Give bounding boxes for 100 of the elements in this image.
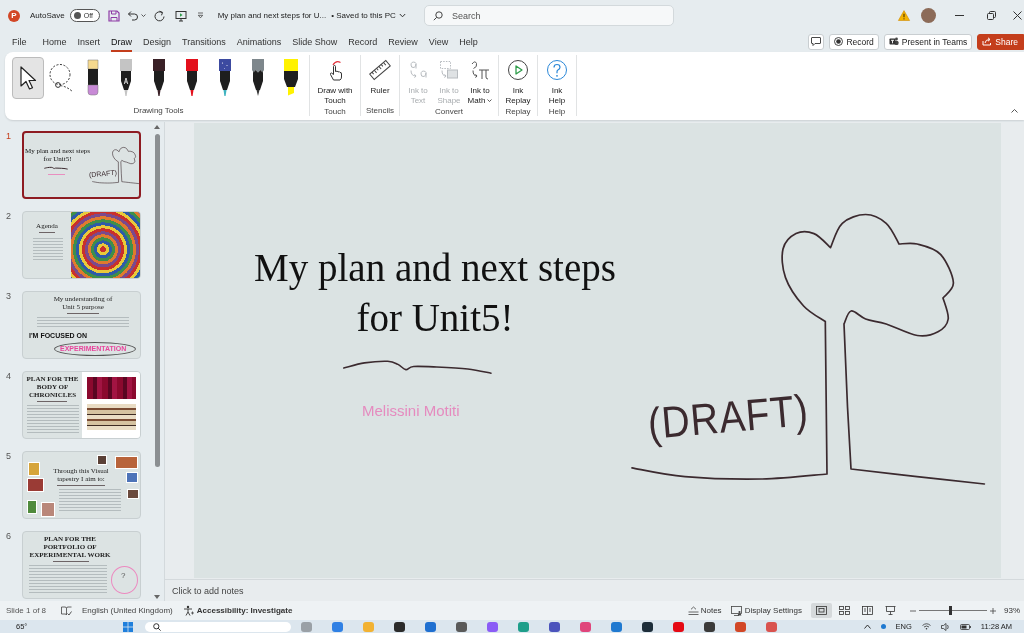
group-label: Drawing Tools xyxy=(133,105,184,116)
customize-caret-icon[interactable] xyxy=(196,12,204,19)
group-label: Replay xyxy=(505,106,531,117)
group-label: Touch xyxy=(324,106,346,117)
collapse-caret-icon[interactable] xyxy=(1011,109,1018,113)
zoom-slider-thumb[interactable] xyxy=(948,606,952,615)
presentation-icon[interactable] xyxy=(174,9,187,22)
help-icon xyxy=(546,59,568,81)
cursor-icon xyxy=(18,65,38,91)
title-underline xyxy=(39,232,55,233)
ribbon-tab[interactable]: View xyxy=(428,31,449,52)
app-icon[interactable] xyxy=(456,621,468,632)
ribbon-tab[interactable]: File xyxy=(12,31,27,52)
ribbon-tab[interactable]: Slide Show xyxy=(292,31,338,52)
tapestry-picture xyxy=(87,404,136,430)
caret-icon[interactable] xyxy=(140,14,146,17)
slide-number: 6 xyxy=(5,531,12,542)
speaker-icon[interactable] xyxy=(940,622,950,631)
app-icon[interactable] xyxy=(704,621,716,632)
draw-with-touch-button[interactable]: Draw with Touch xyxy=(313,55,357,106)
chevron-up-icon[interactable] xyxy=(863,624,871,629)
display-settings-button[interactable]: Display Settings xyxy=(730,605,802,616)
ink-help-button[interactable]: Ink Help xyxy=(544,55,570,106)
play-icon xyxy=(507,59,529,81)
author-name: Melissini Motiti xyxy=(362,402,460,420)
monitor-icon xyxy=(730,605,743,616)
slide-number: 1 xyxy=(5,131,12,142)
title-underline xyxy=(37,401,67,402)
scrollbar-thumb[interactable] xyxy=(154,134,160,467)
comments-button[interactable] xyxy=(808,33,825,50)
taskbar-search-field[interactable] xyxy=(145,621,292,632)
ink-replay-button[interactable]: Ink Replay xyxy=(502,55,534,106)
ink-to-math-button[interactable]: Ink to Math xyxy=(465,55,495,106)
ink-text: (DRAFT) xyxy=(645,385,811,449)
ink-underline xyxy=(44,167,68,170)
title-underline xyxy=(53,561,89,562)
language-label[interactable]: English (United Kingdom) xyxy=(82,606,173,615)
ribbon-tab[interactable]: Insert xyxy=(77,31,101,52)
lasso-icon xyxy=(47,63,74,93)
ribbon-tab[interactable]: Review xyxy=(388,31,418,52)
ribbon-tab[interactable]: Transitions xyxy=(182,31,226,52)
app-logo: P xyxy=(8,9,20,22)
notes-button[interactable]: Notes xyxy=(687,606,722,615)
accessibility-icon[interactable] xyxy=(182,605,194,616)
document-title: My plan and next steps for U... xyxy=(217,11,327,20)
blurred-text-line xyxy=(48,174,65,176)
save-status: • Saved to this PC xyxy=(331,11,396,20)
save-icon[interactable] xyxy=(107,9,120,22)
share-icon xyxy=(982,37,993,46)
scroll-up-icon[interactable] xyxy=(154,125,160,129)
app-icon[interactable] xyxy=(549,621,561,632)
concentric-circles-picture xyxy=(71,212,140,278)
present-in-teams-button[interactable]: Present in Teams xyxy=(883,33,973,50)
search-icon xyxy=(433,10,443,21)
group-label: Convert xyxy=(435,106,463,117)
slide-title: My plan and next steps for Unit5! xyxy=(253,245,617,341)
accessibility-status[interactable]: Accessibility: Investigate xyxy=(196,606,293,615)
scroll-down-icon[interactable] xyxy=(154,595,160,599)
user-avatar[interactable] xyxy=(921,8,936,23)
close-icon[interactable] xyxy=(1013,11,1022,20)
record-button[interactable]: Record xyxy=(829,33,879,50)
slide-view-icon xyxy=(816,606,827,615)
ribbon-tab[interactable]: Home xyxy=(42,31,67,52)
start-icon[interactable] xyxy=(123,621,134,632)
search-field[interactable]: Search xyxy=(424,5,674,26)
share-button[interactable]: Share xyxy=(977,33,1024,50)
slide-number: 3 xyxy=(5,291,12,302)
handwriting-convert-icon xyxy=(407,59,429,81)
people-icon xyxy=(888,37,899,46)
ribbon-tab[interactable]: Help xyxy=(459,31,478,52)
app-icon[interactable] xyxy=(642,621,654,632)
warning-icon[interactable] xyxy=(898,10,910,21)
select-tool[interactable] xyxy=(12,57,44,99)
autosave-label: AutoSave xyxy=(30,11,65,20)
ruler-button[interactable]: Ruler xyxy=(364,55,396,96)
photo-placeholder xyxy=(127,489,139,499)
slide-number: 2 xyxy=(5,211,12,222)
ribbon-tab[interactable]: Record xyxy=(348,31,378,52)
redo-icon[interactable] xyxy=(153,9,165,22)
photo-placeholder xyxy=(97,455,107,465)
patchwork-picture xyxy=(87,377,136,399)
title-underline xyxy=(67,313,99,314)
restore-icon[interactable] xyxy=(987,11,996,20)
record-icon xyxy=(834,37,844,46)
zoom-percentage[interactable]: 93% xyxy=(1004,606,1020,615)
speech-bubble-icon xyxy=(811,37,822,46)
wifi-icon[interactable] xyxy=(921,623,931,630)
eraser-icon xyxy=(85,59,100,97)
zoom-in-icon[interactable] xyxy=(990,607,996,614)
chevron-down-icon[interactable] xyxy=(398,13,406,18)
app-icon[interactable] xyxy=(394,621,406,632)
ribbon-tab[interactable]: Design xyxy=(143,31,172,52)
presentation-screen-icon xyxy=(885,606,896,615)
group-label: Stencils xyxy=(366,105,394,116)
battery-icon[interactable] xyxy=(959,623,971,630)
spelling-check-icon[interactable] xyxy=(61,605,73,616)
normal-view-button[interactable] xyxy=(811,603,832,618)
ribbon-tab[interactable]: Animations xyxy=(236,31,282,52)
undo-icon[interactable] xyxy=(126,9,139,22)
photo-placeholder xyxy=(115,456,138,469)
